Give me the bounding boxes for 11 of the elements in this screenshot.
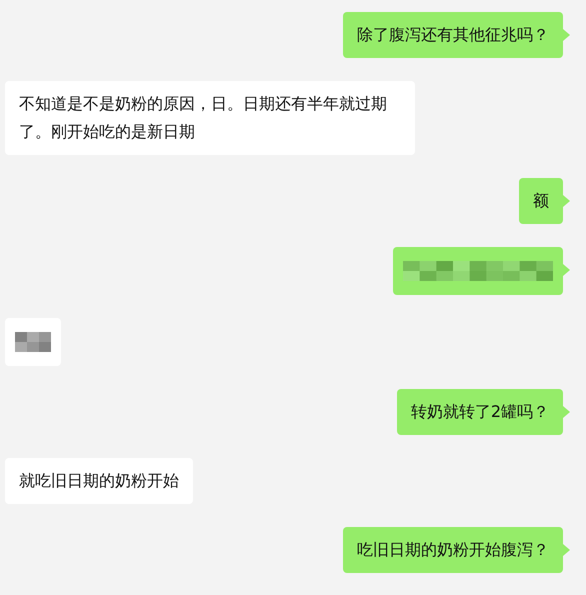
message-bubble: 不知道是不是奶粉的原因，日。日期还有半年就过期了。刚开始吃的是新日期 <box>5 81 415 155</box>
bubble-tail <box>563 544 570 556</box>
message-bubble: 转奶就转了2罐吗？ <box>396 389 563 435</box>
message-bubble: 吃旧日期的奶粉开始腹泻？ <box>343 527 563 573</box>
bubble-tail <box>563 406 570 418</box>
message-bubble: 就吃旧日期的奶粉开始 <box>5 458 193 504</box>
pixelated-content <box>15 332 51 352</box>
message-bubble: 除了腹泻还有其他征兆吗？ <box>343 12 563 58</box>
bubble-tail <box>563 29 570 41</box>
message-bubble: 额 <box>519 178 563 224</box>
bubble-tail <box>563 195 570 207</box>
